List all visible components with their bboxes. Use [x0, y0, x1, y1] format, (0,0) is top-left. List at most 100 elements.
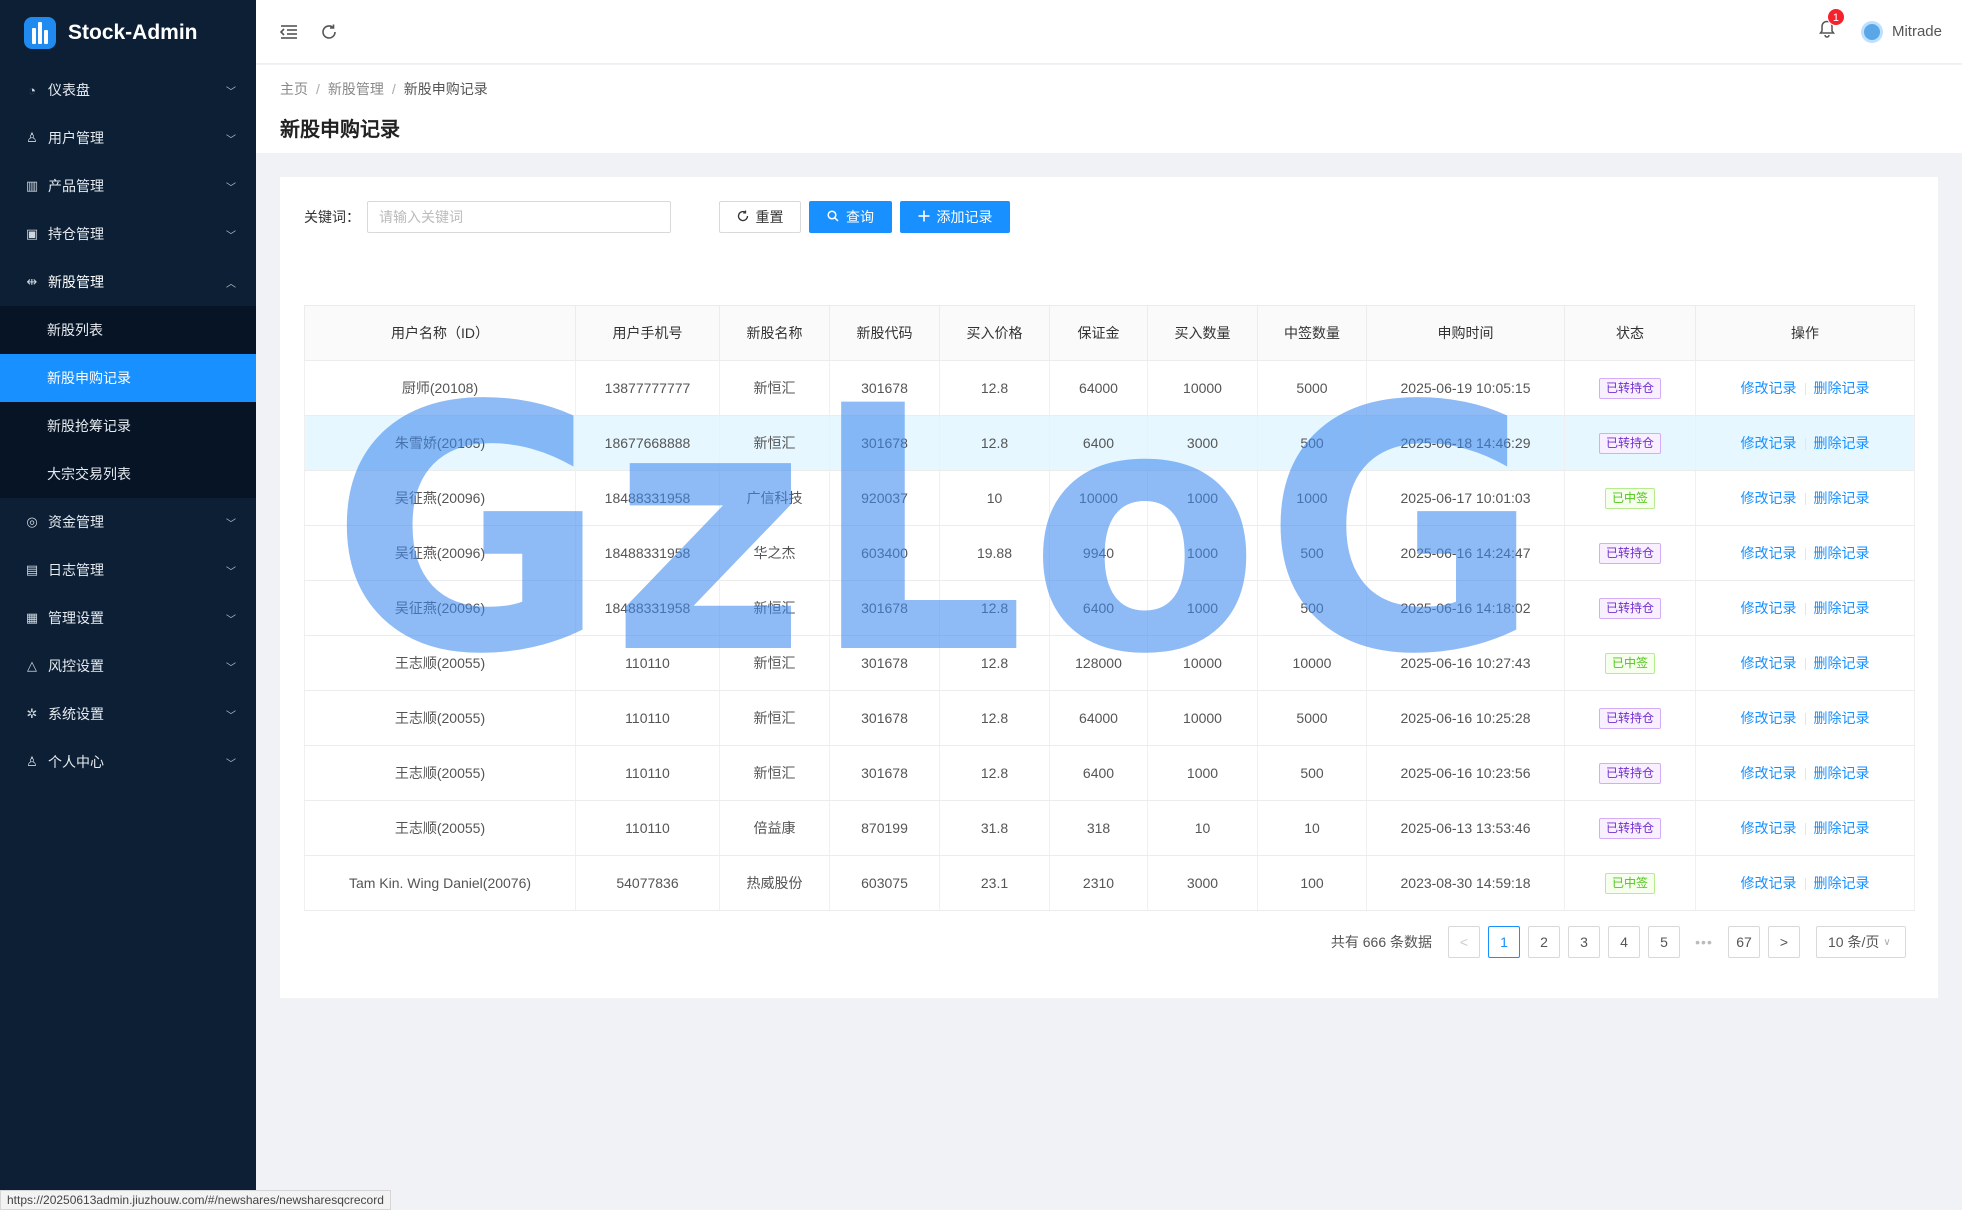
sidebar-item-1[interactable]: ♙ 用户管理 ﹀: [0, 114, 256, 162]
sidebar-subitem-0[interactable]: 新股列表: [0, 306, 256, 354]
logo[interactable]: Stock-Admin: [0, 0, 256, 66]
cell-name: 新恒汇: [719, 580, 830, 636]
pagination: 共有 666 条数据 < 1 2 3 4 5 ••• 67 > 10 条/页 ∨: [1331, 926, 1906, 958]
sidebar-item-7[interactable]: ▦ 管理设置 ﹀: [0, 594, 256, 642]
add-record-button[interactable]: 添加记录: [900, 201, 1010, 233]
chevron-down-icon: ﹀: [226, 710, 236, 722]
edit-record-link[interactable]: 修改记录: [1741, 600, 1797, 616]
pagination-prev-button[interactable]: <: [1448, 926, 1480, 958]
keyword-input[interactable]: [367, 201, 671, 233]
edit-record-link[interactable]: 修改记录: [1741, 710, 1797, 726]
cell-qty: 3000: [1147, 415, 1258, 471]
pagination-ellipsis[interactable]: •••: [1688, 934, 1720, 950]
cell-user: 吴征燕(20096): [304, 525, 576, 581]
cell-won: 5000: [1257, 360, 1367, 416]
cell-phone: 18677668888: [575, 415, 720, 471]
table-row[interactable]: 厨师(20108) 13877777777 新恒汇 301678 12.8 64000 10…: [304, 360, 1915, 416]
delete-record-link[interactable]: 删除记录: [1814, 875, 1870, 891]
menu-fold-icon[interactable]: [278, 21, 300, 43]
cell-user: Tam Kin. Wing Daniel(20076): [304, 855, 576, 911]
sidebar-item-5[interactable]: ◎ 资金管理 ﹀: [0, 498, 256, 546]
reset-button[interactable]: 重置: [719, 201, 801, 233]
table-row[interactable]: Tam Kin. Wing Daniel(20076) 54077836 热威股份 6…: [304, 855, 1915, 911]
sidebar-subitem-3[interactable]: 大宗交易列表: [0, 450, 256, 498]
table-row[interactable]: 吴征燕(20096) 18488331958 广信科技 920037 10 10000 10…: [304, 470, 1915, 526]
edit-record-link[interactable]: 修改记录: [1741, 490, 1797, 506]
sidebar-item-0[interactable]: ◔ 仪表盘 ﹀: [0, 66, 256, 114]
sidebar-item-4[interactable]: ⇹ 新股管理 ︿: [0, 258, 256, 306]
sidebar-subitem-1[interactable]: 新股申购记录: [0, 354, 256, 402]
table-row[interactable]: 朱雪娇(20105) 18677668888 新恒汇 301678 12.8 6400 30…: [304, 415, 1915, 471]
cell-actions: 修改记录 删除记录: [1695, 415, 1915, 471]
pagination-page-3[interactable]: 3: [1568, 926, 1600, 958]
edit-record-link[interactable]: 修改记录: [1741, 380, 1797, 396]
notification-bell-icon[interactable]: 1: [1818, 8, 1845, 43]
sidebar-item-10[interactable]: ♙ 个人中心 ﹀: [0, 738, 256, 786]
column-header: 新股代码: [829, 305, 940, 361]
column-header: 保证金: [1049, 305, 1148, 361]
sidebar-item-label: 系统设置: [48, 706, 104, 722]
sidebar-item-2[interactable]: ▥ 产品管理 ﹀: [0, 162, 256, 210]
cell-status: 已转持仓: [1564, 800, 1696, 856]
filter-bar: 关键词： 重置 查询 添加记录: [304, 201, 1010, 233]
table-row[interactable]: 王志顺(20055) 110110 新恒汇 301678 12.8 6400 1000 500…: [304, 745, 1915, 801]
username[interactable]: Mitrade: [1892, 23, 1942, 40]
chevron-up-icon: ︿: [226, 278, 236, 290]
sidebar-subitem-2[interactable]: 新股抢筹记录: [0, 402, 256, 450]
delete-record-link[interactable]: 删除记录: [1814, 820, 1870, 836]
breadcrumb-home[interactable]: 主页: [280, 81, 308, 97]
browser-status-url: https://20250613admin.jiuzhouw.com/#/new…: [0, 1190, 391, 1210]
edit-record-link[interactable]: 修改记录: [1741, 820, 1797, 836]
delete-record-link[interactable]: 删除记录: [1814, 490, 1870, 506]
pagination-page-1[interactable]: 1: [1488, 926, 1520, 958]
page-size-select[interactable]: 10 条/页 ∨: [1816, 926, 1906, 958]
refresh-icon[interactable]: [318, 21, 340, 43]
delete-record-link[interactable]: 删除记录: [1814, 710, 1870, 726]
delete-record-link[interactable]: 删除记录: [1814, 435, 1870, 451]
chevron-down-icon: ﹀: [226, 86, 236, 98]
delete-record-link[interactable]: 删除记录: [1814, 380, 1870, 396]
pagination-page-4[interactable]: 4: [1608, 926, 1640, 958]
edit-record-link[interactable]: 修改记录: [1741, 435, 1797, 451]
edit-record-link[interactable]: 修改记录: [1741, 545, 1797, 561]
cell-phone: 110110: [575, 690, 720, 746]
avatar[interactable]: [1860, 20, 1883, 43]
search-button[interactable]: 查询: [809, 201, 892, 233]
sidebar-item-9[interactable]: ✲ 系统设置 ﹀: [0, 690, 256, 738]
edit-record-link[interactable]: 修改记录: [1741, 655, 1797, 671]
delete-record-link[interactable]: 删除记录: [1814, 545, 1870, 561]
cell-status: 已中签: [1564, 470, 1696, 526]
column-header: 用户手机号: [575, 305, 720, 361]
delete-record-link[interactable]: 删除记录: [1814, 600, 1870, 616]
cell-name: 新恒汇: [719, 690, 830, 746]
table-row[interactable]: 王志顺(20055) 110110 新恒汇 301678 12.8 128000 10000…: [304, 635, 1915, 691]
cell-qty: 10000: [1147, 360, 1258, 416]
pagination-next-button[interactable]: >: [1768, 926, 1800, 958]
column-header: 新股名称: [719, 305, 830, 361]
action-divider: [1804, 548, 1806, 561]
cell-status: 已转持仓: [1564, 580, 1696, 636]
edit-record-link[interactable]: 修改记录: [1741, 765, 1797, 781]
table-row[interactable]: 吴征燕(20096) 18488331958 新恒汇 301678 12.8 6400 10…: [304, 580, 1915, 636]
breadcrumb-parent[interactable]: 新股管理: [328, 81, 384, 97]
pagination-page-last[interactable]: 67: [1728, 926, 1760, 958]
sidebar-item-3[interactable]: ▣ 持仓管理 ﹀: [0, 210, 256, 258]
sidebar-item-8[interactable]: △ 风控设置 ﹀: [0, 642, 256, 690]
table-row[interactable]: 王志顺(20055) 110110 倍益康 870199 31.8 318 10 10 2025…: [304, 800, 1915, 856]
cell-code: 920037: [829, 470, 940, 526]
pagination-page-2[interactable]: 2: [1528, 926, 1560, 958]
cell-qty: 1000: [1147, 745, 1258, 801]
table-row[interactable]: 吴征燕(20096) 18488331958 华之杰 603400 19.88 9940 1…: [304, 525, 1915, 581]
page-title: 新股申购记录: [280, 119, 400, 141]
cell-deposit: 10000: [1049, 470, 1148, 526]
table-row[interactable]: 王志顺(20055) 110110 新恒汇 301678 12.8 64000 10000 5…: [304, 690, 1915, 746]
edit-record-link[interactable]: 修改记录: [1741, 875, 1797, 891]
pagination-page-5[interactable]: 5: [1648, 926, 1680, 958]
sidebar-item-6[interactable]: ▤ 日志管理 ﹀: [0, 546, 256, 594]
delete-record-link[interactable]: 删除记录: [1814, 655, 1870, 671]
cell-won: 10000: [1257, 635, 1367, 691]
users-icon: ♙: [26, 130, 38, 145]
cell-time: 2025-06-16 10:27:43: [1366, 635, 1565, 691]
cell-actions: 修改记录 删除记录: [1695, 745, 1915, 801]
delete-record-link[interactable]: 删除记录: [1814, 765, 1870, 781]
